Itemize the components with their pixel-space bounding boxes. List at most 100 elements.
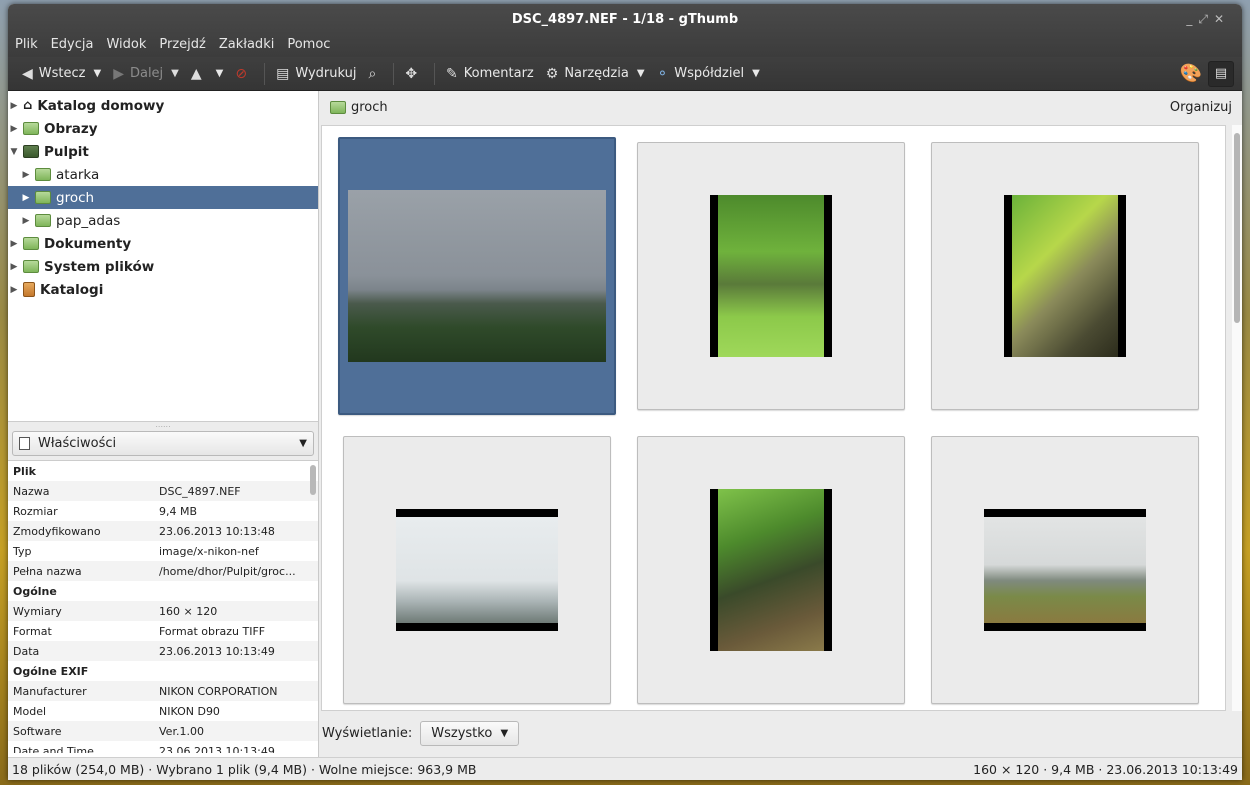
thumbnail-item[interactable] [343, 436, 611, 704]
view-filter-bar: Wyświetlanie: Wszystko ▼ [321, 713, 520, 753]
property-key: Software [13, 724, 62, 738]
browser-pane: groch Organizuj Wyświetlanie: Wszystko ▼ [320, 91, 1242, 757]
tree-item-pulpit[interactable]: ▼ Pulpit [8, 140, 318, 163]
gear-icon: ⚙ [545, 65, 559, 82]
property-row: Software Ver.1.00 [8, 721, 318, 741]
filter-combo[interactable]: Wszystko ▼ [420, 720, 520, 746]
folder-icon [35, 168, 51, 181]
tree-item-home[interactable]: ▶ ⌂ Katalog domowy [8, 94, 318, 117]
thumbnail-grid [321, 125, 1226, 711]
chevron-down-icon[interactable]: ▼ [216, 68, 224, 79]
menu-pomoc[interactable]: Pomoc [280, 35, 336, 52]
chevron-down-icon[interactable]: ▼ [171, 68, 179, 79]
property-value: Ver.1.00 [159, 724, 204, 738]
menu-przejdz[interactable]: Przejdź [152, 35, 211, 52]
app-window: DSC_4897.NEF - 1/18 - gThumb _⤢✕ Plik Edy… [8, 4, 1242, 780]
thumbnail-item[interactable] [637, 436, 905, 704]
desktop-icon [23, 145, 39, 158]
tree-item-katalogi[interactable]: ▶ Katalogi [8, 278, 318, 301]
property-value: NIKON D90 [159, 704, 220, 718]
tools-label: Narzędzia [564, 66, 629, 81]
thumbnail-item[interactable] [637, 142, 905, 410]
tools-button[interactable]: ⚙ Narzędzia ▼ [540, 60, 651, 88]
menu-edycja[interactable]: Edycja [44, 35, 100, 52]
search-button[interactable]: ⌕ [362, 60, 388, 88]
print-label: Wydrukuj [295, 66, 357, 81]
expander-icon[interactable]: ▶ [8, 124, 20, 134]
maximize-icon[interactable]: ⤢ [1198, 12, 1214, 26]
expander-icon[interactable]: ▶ [8, 285, 20, 295]
tree-item-label: Katalog domowy [37, 97, 165, 114]
property-row: Zmodyfikowano 23.06.2013 10:13:48 [8, 521, 318, 541]
tree-item-obrazy[interactable]: ▶ Obrazy [8, 117, 318, 140]
tree-item-label: Pulpit [44, 143, 89, 160]
properties-combo-label: Właściwości [38, 436, 117, 451]
tree-item-pap-adas[interactable]: ▶ pap_adas [8, 209, 318, 232]
close-icon[interactable]: ✕ [1214, 12, 1230, 26]
organize-button[interactable]: Organizuj [1170, 100, 1232, 115]
menu-zakladki[interactable]: Zakładki [212, 35, 280, 52]
property-key: Plik [13, 464, 36, 478]
properties-icon [19, 437, 30, 450]
chevron-down-icon[interactable]: ▼ [93, 68, 101, 79]
back-label: Wstecz [38, 66, 86, 81]
expander-icon[interactable]: ▶ [20, 193, 32, 203]
palette-icon[interactable]: 🎨 [1180, 63, 1202, 84]
print-button[interactable]: ▤ Wydrukuj [270, 60, 362, 88]
property-row: Date and Time 23.06.2013 10:13:49 [8, 741, 318, 754]
window-title: DSC_4897.NEF - 1/18 - gThumb [511, 12, 739, 27]
share-label: Współdziel [674, 66, 745, 81]
properties-selector: Właściwości ▼ [8, 427, 318, 461]
expander-icon[interactable]: ▶ [8, 101, 20, 111]
property-value: 23.06.2013 10:13:48 [159, 524, 275, 538]
current-folder-label: groch [351, 100, 388, 115]
title-bar: DSC_4897.NEF - 1/18 - gThumb _⤢✕ Plik Edy… [8, 4, 1242, 57]
menu-plik[interactable]: Plik [8, 35, 44, 52]
property-key: Manufacturer [13, 684, 87, 698]
share-button[interactable]: ⚬ Współdziel ▼ [651, 60, 766, 88]
location-bar: groch Organizuj [320, 91, 1242, 124]
property-row: Wymiary 160 × 120 [8, 601, 318, 621]
properties-toggle-button[interactable]: ▤ [1208, 60, 1234, 87]
property-row: Model NIKON D90 [8, 701, 318, 721]
property-value: DSC_4897.NEF [159, 484, 241, 498]
folder-tree: ▶ ⌂ Katalog domowy ▶ Obrazy ▼ Pulpit ▶ atarka… [8, 91, 318, 421]
folder-icon [35, 191, 51, 204]
properties-combo[interactable]: Właściwości ▼ [12, 431, 314, 456]
property-value: 160 × 120 [159, 604, 218, 618]
up-button[interactable]: ▲ ▼ [185, 60, 229, 88]
expander-icon[interactable]: ▶ [8, 239, 20, 249]
properties-scrollbar[interactable] [310, 465, 316, 495]
filter-value: Wszystko [431, 725, 493, 741]
stop-button[interactable]: ⊘ [229, 60, 259, 88]
tree-item-atarka[interactable]: ▶ atarka [8, 163, 318, 186]
chevron-down-icon: ▼ [299, 438, 307, 449]
property-row: Pełna nazwa/home/dhor/Pulpit/groc... [8, 561, 318, 581]
expander-icon[interactable]: ▼ [8, 147, 20, 157]
property-key: Pełna nazwa [13, 564, 82, 578]
thumbnail-item[interactable] [338, 137, 616, 415]
tree-item-system-plikow[interactable]: ▶ System plików [8, 255, 318, 278]
thumbnail-item[interactable] [931, 142, 1199, 410]
search-icon: ⌕ [368, 65, 377, 82]
back-button[interactable]: ◀ Wstecz ▼ [16, 60, 107, 88]
tree-item-dokumenty[interactable]: ▶ Dokumenty [8, 232, 318, 255]
status-right: 160 × 120 · 9,4 MB · 23.06.2013 10:13:49 [973, 761, 1238, 777]
chevron-down-icon: ▼ [500, 727, 509, 739]
property-row: Manufacturer NIKON CORPORATION [8, 681, 318, 701]
expander-icon[interactable]: ▶ [20, 170, 32, 180]
scrollbar-thumb[interactable] [1234, 133, 1240, 323]
thumbnail-image [396, 509, 558, 631]
forward-button[interactable]: ▶ Dalej ▼ [107, 60, 185, 88]
thumbnail-scrollbar[interactable] [1232, 125, 1242, 711]
minimize-icon[interactable]: _ [1186, 12, 1198, 26]
expander-icon[interactable]: ▶ [8, 262, 20, 272]
property-value: image/x-nikon-nef [159, 544, 259, 558]
tree-item-groch[interactable]: ▶ groch [8, 186, 318, 209]
fullscreen-button[interactable]: ✥ [399, 60, 429, 88]
comment-button[interactable]: ✎ Komentarz [440, 60, 540, 88]
thumbnail-item[interactable] [931, 436, 1199, 704]
menu-widok[interactable]: Widok [99, 35, 152, 52]
expander-icon[interactable]: ▶ [20, 216, 32, 226]
comment-label: Komentarz [463, 66, 534, 81]
